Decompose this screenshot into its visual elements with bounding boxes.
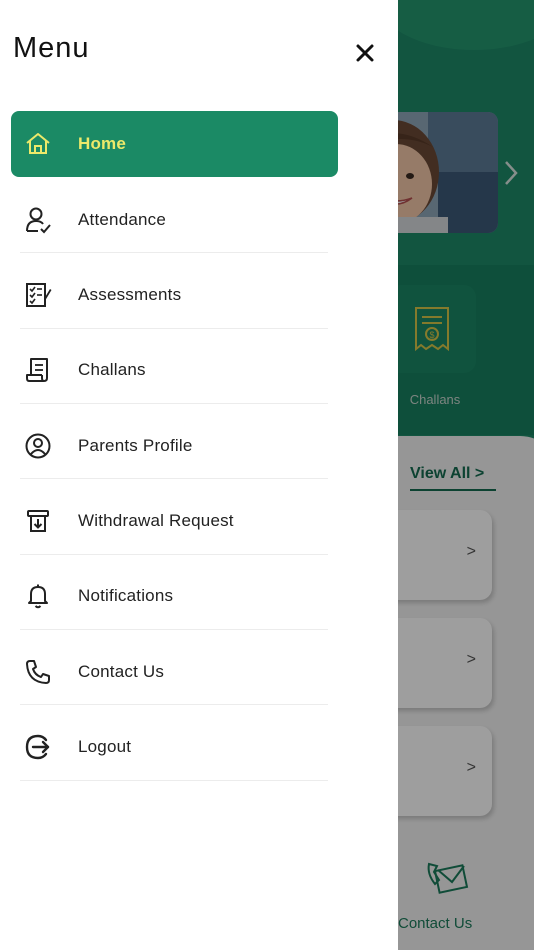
close-button[interactable] [350, 38, 380, 68]
navigation-drawer: Menu Home Attendance Assessments Challan… [0, 0, 398, 950]
logout-icon [23, 732, 53, 762]
menu-item-withdrawal-request[interactable]: Withdrawal Request [11, 488, 338, 554]
menu-item-challans[interactable]: Challans [11, 337, 338, 403]
menu-item-label: Notifications [78, 586, 174, 605]
menu-divider [20, 704, 328, 705]
receipt-icon [23, 355, 53, 385]
menu-divider [20, 554, 328, 555]
menu-divider [20, 328, 328, 329]
phone-icon [23, 657, 53, 687]
menu-divider [20, 478, 328, 479]
menu-item-contact-us[interactable]: Contact Us [11, 639, 338, 705]
menu-item-label: Logout [78, 737, 132, 756]
menu-item-label: Home [78, 134, 127, 153]
menu-item-label: Assessments [78, 285, 182, 304]
menu-item-assessments[interactable]: Assessments [11, 262, 338, 328]
menu-item-label: Contact Us [78, 662, 165, 681]
user-check-icon [23, 205, 53, 235]
menu-item-label: Attendance [78, 210, 167, 229]
menu-item-home[interactable]: Home [11, 111, 338, 177]
menu-divider [20, 403, 328, 404]
menu-title: Menu [13, 32, 90, 64]
menu-item-attendance[interactable]: Attendance [11, 187, 338, 253]
menu-item-label: Withdrawal Request [78, 511, 234, 530]
menu-divider [20, 629, 328, 630]
bell-icon [23, 581, 53, 611]
menu-item-notifications[interactable]: Notifications [11, 563, 338, 629]
checklist-icon [23, 280, 53, 310]
profile-icon [23, 431, 53, 461]
close-icon [356, 44, 374, 62]
home-icon [23, 129, 53, 159]
menu-item-label: Challans [78, 360, 146, 379]
menu-item-label: Parents Profile [78, 436, 193, 455]
menu-item-parents-profile[interactable]: Parents Profile [11, 413, 338, 479]
menu-divider [20, 252, 328, 253]
withdraw-icon [23, 506, 53, 536]
menu-item-logout[interactable]: Logout [11, 714, 338, 780]
menu-divider [20, 780, 328, 781]
